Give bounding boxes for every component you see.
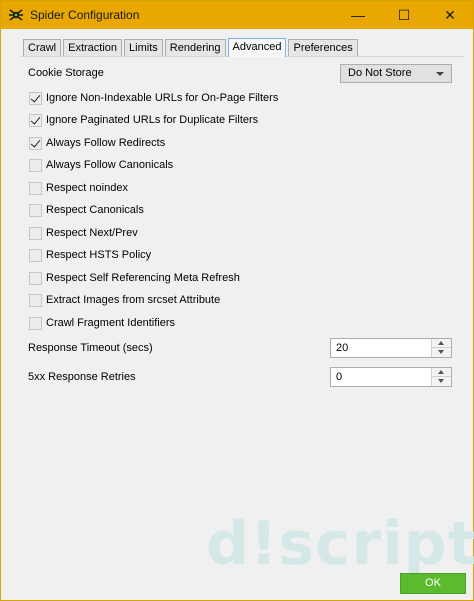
tab-rendering[interactable]: Rendering	[164, 39, 226, 57]
checkbox[interactable]	[29, 226, 42, 240]
retries-label: 5xx Response Retries	[28, 371, 136, 383]
checkbox[interactable]	[29, 158, 42, 172]
spider-configuration-window: Spider Configuration — ☐ ✕ Crawl Extract…	[0, 0, 474, 601]
option-label: Always Follow Canonicals	[46, 159, 174, 171]
tab-extraction[interactable]: Extraction	[63, 39, 123, 57]
checkbox[interactable]	[29, 203, 42, 217]
option-respect-canonicals[interactable]: Respect Canonicals	[29, 202, 144, 218]
option-label: Respect noindex	[46, 182, 128, 194]
maximize-button[interactable]: ☐	[381, 1, 427, 29]
option-respect-hsts[interactable]: Respect HSTS Policy	[29, 247, 151, 263]
ok-button[interactable]: OK	[400, 573, 466, 594]
checkbox[interactable]	[29, 271, 42, 285]
option-ignore-paginated[interactable]: Ignore Paginated URLs for Duplicate Filt…	[29, 112, 258, 128]
option-always-follow-redirects[interactable]: Always Follow Redirects	[29, 135, 165, 151]
option-label: Respect Next/Prev	[46, 227, 138, 239]
option-label: Always Follow Redirects	[46, 137, 166, 149]
option-ignore-non-indexable[interactable]: Ignore Non-Indexable URLs for On-Page Fi…	[29, 90, 278, 106]
cookie-storage-select[interactable]: Do Not Store	[340, 64, 452, 83]
spin-down-icon[interactable]	[432, 377, 451, 386]
option-crawl-fragments[interactable]: Crawl Fragment Identifiers	[29, 315, 175, 331]
option-label: Extract Images from srcset Attribute	[46, 294, 221, 306]
checkbox[interactable]	[29, 91, 42, 105]
option-extract-srcset[interactable]: Extract Images from srcset Attribute	[29, 292, 220, 308]
option-label: Crawl Fragment Identifiers	[46, 317, 175, 329]
cookie-storage-label: Cookie Storage	[28, 67, 104, 79]
spin-up-icon[interactable]	[432, 368, 451, 377]
window-title: Spider Configuration	[30, 8, 140, 22]
chevron-down-icon	[436, 72, 444, 76]
checkbox[interactable]	[29, 113, 42, 127]
option-label: Respect Self Referencing Meta Refresh	[46, 272, 240, 284]
retries-value: 0	[336, 371, 343, 383]
minimize-icon: —	[351, 7, 365, 23]
response-timeout-label: Response Timeout (secs)	[28, 342, 153, 354]
option-respect-noindex[interactable]: Respect noindex	[29, 180, 128, 196]
checkbox[interactable]	[29, 316, 42, 330]
retries-spinbox[interactable]: 0	[330, 367, 452, 387]
maximize-icon: ☐	[397, 6, 411, 23]
response-timeout-spinbox[interactable]: 20	[330, 338, 452, 358]
spin-down-icon[interactable]	[432, 348, 451, 357]
option-label: Ignore Paginated URLs for Duplicate Filt…	[46, 114, 259, 126]
tab-advanced[interactable]: Advanced	[227, 38, 287, 57]
title-bar[interactable]: Spider Configuration — ☐ ✕	[1, 1, 473, 29]
checkbox[interactable]	[29, 293, 42, 307]
tab-preferences[interactable]: Preferences	[288, 39, 358, 57]
spider-app-icon	[8, 7, 24, 23]
option-respect-next-prev[interactable]: Respect Next/Prev	[29, 225, 138, 241]
option-always-follow-canonicals[interactable]: Always Follow Canonicals	[29, 157, 173, 173]
checkbox[interactable]	[29, 136, 42, 150]
minimize-button[interactable]: —	[335, 1, 381, 29]
tab-crawl[interactable]: Crawl	[23, 39, 62, 57]
option-label: Ignore Non-Indexable URLs for On-Page Fi…	[46, 92, 279, 104]
watermark-logo: d!script	[206, 509, 474, 579]
option-respect-meta-refresh[interactable]: Respect Self Referencing Meta Refresh	[29, 270, 240, 286]
spin-up-icon[interactable]	[432, 339, 451, 348]
cookie-storage-value: Do Not Store	[348, 67, 412, 79]
checkbox[interactable]	[29, 181, 42, 195]
close-button[interactable]: ✕	[427, 1, 473, 29]
response-timeout-value: 20	[336, 342, 349, 354]
tab-limits[interactable]: Limits	[124, 39, 163, 57]
advanced-panel	[20, 56, 464, 566]
checkbox[interactable]	[29, 248, 42, 262]
tab-bar: Crawl Extraction Limits Rendering Advanc…	[23, 38, 360, 57]
option-label: Respect HSTS Policy	[46, 249, 152, 261]
close-icon: ✕	[444, 6, 456, 23]
option-label: Respect Canonicals	[46, 204, 144, 216]
